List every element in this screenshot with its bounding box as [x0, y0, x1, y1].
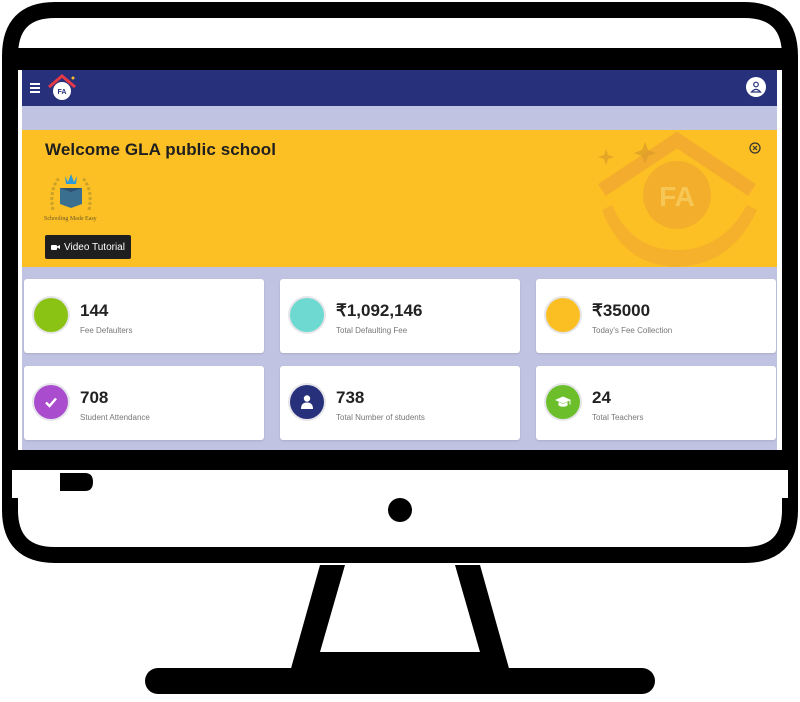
- graduation-cap-icon: [555, 396, 571, 407]
- app-screen: FA FA Welcome GLA public school Schoolin…: [22, 70, 777, 450]
- stat-value: ₹35000: [592, 301, 651, 320]
- video-tutorial-label: Video Tutorial: [64, 241, 125, 253]
- stat-value: 24: [592, 388, 611, 407]
- stat-value: ₹1,092,146: [336, 301, 423, 320]
- stat-label: Today's Fee Collection: [592, 326, 673, 335]
- stat-icon-circle: [290, 298, 324, 332]
- svg-text:FA: FA: [58, 89, 67, 96]
- video-tutorial-button[interactable]: Video Tutorial: [45, 235, 131, 259]
- profile-button[interactable]: [746, 77, 766, 97]
- svg-text:FA: FA: [659, 181, 695, 212]
- stat-icon-circle: [546, 298, 580, 332]
- stat-label: Total Defaulting Fee: [336, 326, 408, 335]
- video-camera-icon: [51, 244, 60, 251]
- stat-card-total-teachers[interactable]: 24 Total Teachers: [536, 366, 776, 440]
- menu-icon[interactable]: [30, 83, 40, 93]
- stat-icon-circle: [546, 385, 580, 419]
- person-icon: [301, 395, 313, 409]
- stat-card-fee-defaulters[interactable]: 144 Fee Defaulters: [24, 279, 264, 353]
- top-bar: FA: [22, 70, 777, 106]
- stat-value: 738: [336, 388, 365, 407]
- stat-label: Fee Defaulters: [80, 326, 133, 335]
- stat-card-total-students[interactable]: 738 Total Number of students: [280, 366, 520, 440]
- stat-icon-circle: [290, 385, 324, 419]
- close-circle-icon[interactable]: [749, 142, 761, 154]
- user-icon: [750, 81, 762, 93]
- stat-label: Student Attendance: [80, 413, 150, 422]
- stat-label: Total Teachers: [592, 413, 644, 422]
- school-tagline: Schooling Made Easy: [44, 216, 97, 222]
- mascot-watermark-icon: FA: [598, 131, 757, 267]
- welcome-banner: FA Welcome GLA public school Schooling M…: [22, 130, 777, 267]
- stat-card-todays-fee-collection[interactable]: ₹35000 Today's Fee Collection: [536, 279, 776, 353]
- stat-card-total-defaulting-fee[interactable]: ₹1,092,146 Total Defaulting Fee: [280, 279, 520, 353]
- stat-icon-circle: [34, 298, 68, 332]
- stat-label: Total Number of students: [336, 413, 425, 422]
- stat-value: 144: [80, 301, 109, 320]
- fa-logo-icon[interactable]: FA: [46, 74, 78, 102]
- stat-icon-circle: [34, 385, 68, 419]
- stat-value: 708: [80, 388, 109, 407]
- stat-card-student-attendance[interactable]: 708 Student Attendance: [24, 366, 264, 440]
- welcome-heading: Welcome GLA public school: [45, 140, 277, 159]
- check-icon: [45, 397, 57, 408]
